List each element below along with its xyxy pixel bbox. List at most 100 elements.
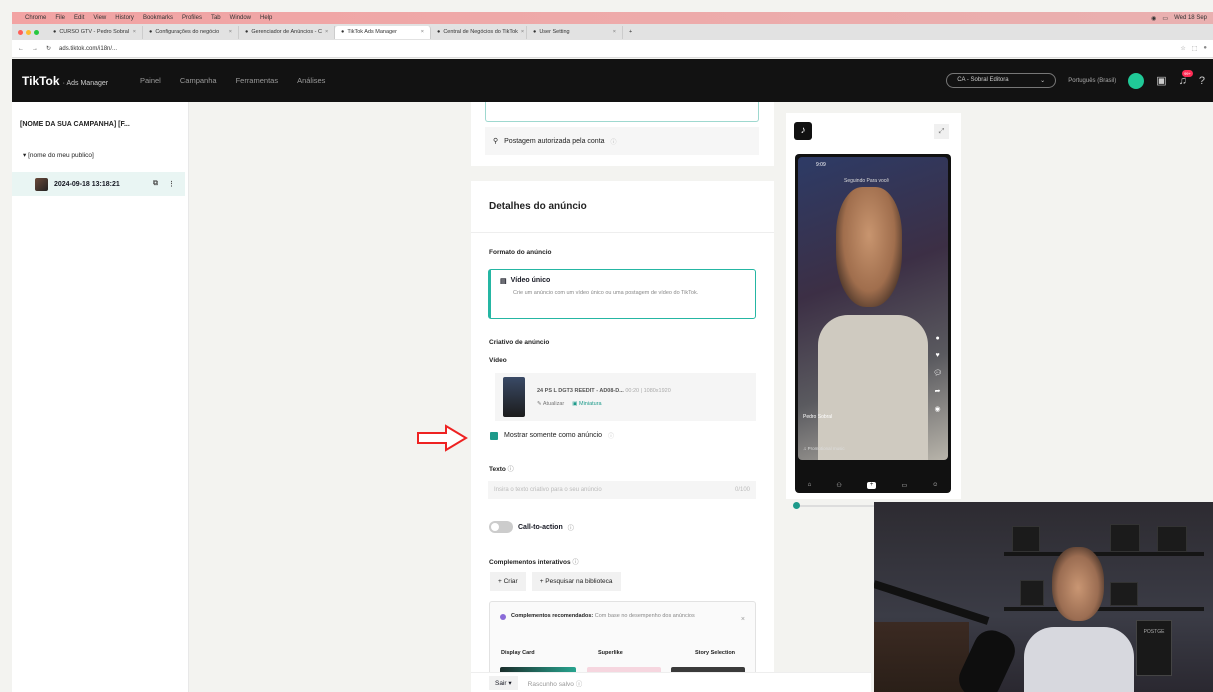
ad-text-input[interactable]: Insira o texto criativo para o seu anúnc… (488, 481, 756, 499)
menu-file[interactable]: File (55, 15, 65, 21)
thumbnail-link[interactable]: ▣ Miniatura (572, 401, 601, 407)
ad-item-selected[interactable]: 2024-09-18 13:18:21 ⧉ ⋮ (12, 172, 185, 196)
campaign-name[interactable]: [NOME DA SUA CAMPANHA] [F... (20, 121, 130, 128)
format-option-desc: Crie um anúncio com um vídeo único ou um… (513, 290, 699, 296)
tiktok-icon[interactable]: ♪ (794, 122, 812, 140)
slider-knob[interactable] (793, 502, 800, 509)
forward-icon[interactable]: → (32, 46, 38, 52)
close-window-icon[interactable] (18, 29, 23, 35)
reload-icon[interactable]: ↻ (46, 45, 51, 52)
menu-view[interactable]: View (93, 15, 106, 21)
nav-campanha[interactable]: Campanha (180, 76, 217, 85)
menu-help[interactable]: Help (260, 15, 272, 21)
address-bar[interactable]: ads.tiktok.com/i18n/... (59, 46, 117, 52)
back-icon[interactable]: ← (18, 46, 24, 52)
os-menubar: Chrome File Edit View History Bookmarks … (12, 12, 1213, 24)
video-thumbnail[interactable] (503, 377, 525, 417)
format-option-single-video[interactable]: ▤ Vídeo único Crie um anúncio com um víde… (488, 269, 756, 319)
identity-card[interactable] (485, 102, 759, 122)
user-avatar[interactable] (1128, 72, 1145, 89)
battery-icon[interactable]: ▭ (1162, 15, 1168, 22)
option-story-selection[interactable]: Story Selection (695, 650, 770, 656)
film-icon: ▤ (500, 278, 507, 285)
ad-preview-panel: ♪ ⤢ 9:09 Seguindo Para você Pedro Sobral… (786, 113, 961, 509)
exit-label: Sair (495, 679, 507, 687)
info-icon[interactable]: ⓘ (508, 467, 514, 473)
tab-favicon-icon: ● (53, 29, 57, 35)
nav-painel[interactable]: Painel (140, 76, 161, 85)
close-tab-icon[interactable]: × (325, 29, 328, 35)
campaign-tree-sidebar: [NOME DA SUA CAMPANHA] [F... ▾ [nome do … (12, 102, 189, 692)
tab-label: Gerenciador de Anúncios - C (251, 29, 322, 35)
adgroup-item[interactable]: ▾ [nome do meu publico] (23, 151, 94, 159)
info-icon[interactable]: ⓘ (572, 560, 578, 566)
close-tab-icon[interactable]: × (133, 29, 136, 35)
preview-video[interactable]: 9:09 Seguindo Para você Pedro Sobral ♫ P… (798, 157, 948, 460)
presenter-body (818, 315, 928, 460)
browser-tab[interactable]: ● Gerenciador de Anúncios - C × (239, 25, 335, 39)
bell-icon[interactable]: ♫ 99+ (1179, 69, 1193, 87)
account-selector[interactable]: CA - Sobral Editora ⌄ (946, 73, 1057, 88)
tab-favicon-icon: ● (341, 29, 345, 35)
tab-favicon-icon: ● (437, 29, 441, 35)
menu-edit[interactable]: Edit (74, 15, 84, 21)
char-count: 0/100 (734, 487, 750, 493)
language-selector[interactable]: Português (Brasil) (1068, 78, 1116, 84)
info-icon[interactable]: ⓘ (608, 431, 614, 440)
more-icon[interactable]: ⋮ (168, 180, 175, 188)
show-only-as-ad-row: Mostrar somente como anúncio ⓘ (490, 431, 614, 440)
menu-tab[interactable]: Tab (211, 15, 221, 21)
option-display-card[interactable]: Display Card (501, 650, 576, 656)
extensions-icon[interactable]: ⬚ (1192, 45, 1198, 52)
feed-tabs: Seguindo Para você (844, 178, 890, 184)
wifi-icon[interactable]: ◉ (1151, 15, 1156, 22)
rec-desc: Com base no desempenho dos anúncios (594, 613, 695, 619)
main-nav: Painel Campanha Ferramentas Análises (140, 76, 325, 85)
form-footer: Sair ▾ Rascunho salvo ⓘ (471, 672, 871, 692)
menu-history[interactable]: History (115, 15, 134, 21)
menu-profiles[interactable]: Profiles (182, 15, 202, 21)
close-tab-icon[interactable]: × (521, 29, 524, 35)
nav-analises[interactable]: Análises (297, 76, 325, 85)
browser-tab[interactable]: ● Configurações do negócio × (143, 25, 239, 39)
close-tab-icon[interactable]: × (229, 29, 232, 35)
browser-tab[interactable]: ● Central de Negócios do TikTok × (431, 25, 527, 39)
new-tab-icon[interactable]: + (623, 29, 632, 35)
clock[interactable]: Wed 18 Sep (1174, 15, 1207, 22)
authorized-post-option[interactable]: ⚲ Postagem autorizada pela conta ⓘ (485, 127, 759, 155)
ad-thumbnail (35, 177, 48, 191)
browser-tabbar: ● CURSO GTV - Pedro Sobral × ● Configuraçõe… (12, 24, 1213, 40)
update-video-link[interactable]: ✎ Atualizar (537, 401, 564, 407)
info-icon[interactable]: ⓘ (611, 137, 617, 146)
profile-icon[interactable]: ● (1203, 45, 1207, 52)
briefcase-icon[interactable]: ▣ (1156, 74, 1166, 87)
menu-bookmarks[interactable]: Bookmarks (143, 15, 173, 21)
menu-chrome[interactable]: Chrome (25, 15, 46, 21)
copy-icon[interactable]: ⧉ (153, 180, 158, 188)
search-library-button[interactable]: + Pesquisar na biblioteca (531, 572, 621, 591)
browser-tab[interactable]: ● CURSO GTV - Pedro Sobral × (47, 25, 143, 39)
cta-toggle[interactable] (489, 521, 513, 533)
menu-window[interactable]: Window (230, 15, 251, 21)
nav-ferramentas[interactable]: Ferramentas (236, 76, 279, 85)
show-only-as-ad-checkbox[interactable] (490, 431, 498, 440)
bookmark-icon[interactable]: ☆ (1180, 45, 1185, 52)
close-tab-icon[interactable]: × (421, 29, 424, 35)
browser-tab-active[interactable]: ● TikTok Ads Manager × (335, 25, 431, 39)
desk (874, 622, 969, 692)
checkbox-label[interactable]: Mostrar somente como anúncio (504, 432, 602, 439)
maximize-window-icon[interactable] (34, 29, 39, 35)
browser-urlbar: ← → ↻ ads.tiktok.com/i18n/... ☆ ⬚ ● (12, 40, 1213, 58)
browser-tab[interactable]: ● User Setting × (527, 25, 623, 39)
tiktok-logo[interactable]: TikTok · Ads Manager (12, 74, 140, 88)
help-icon[interactable]: ? (1199, 75, 1205, 87)
expand-icon[interactable]: ⤢ (934, 124, 949, 139)
exit-button[interactable]: Sair ▾ (489, 675, 518, 690)
option-superlike[interactable]: Superlike (598, 650, 673, 656)
close-icon[interactable]: × (741, 616, 745, 623)
create-button[interactable]: + Criar (490, 572, 526, 591)
minimize-window-icon[interactable] (26, 29, 31, 35)
info-icon[interactable]: ⓘ (568, 523, 574, 532)
close-tab-icon[interactable]: × (613, 29, 616, 35)
interactive-label-value: Complementos interativos (489, 559, 571, 566)
